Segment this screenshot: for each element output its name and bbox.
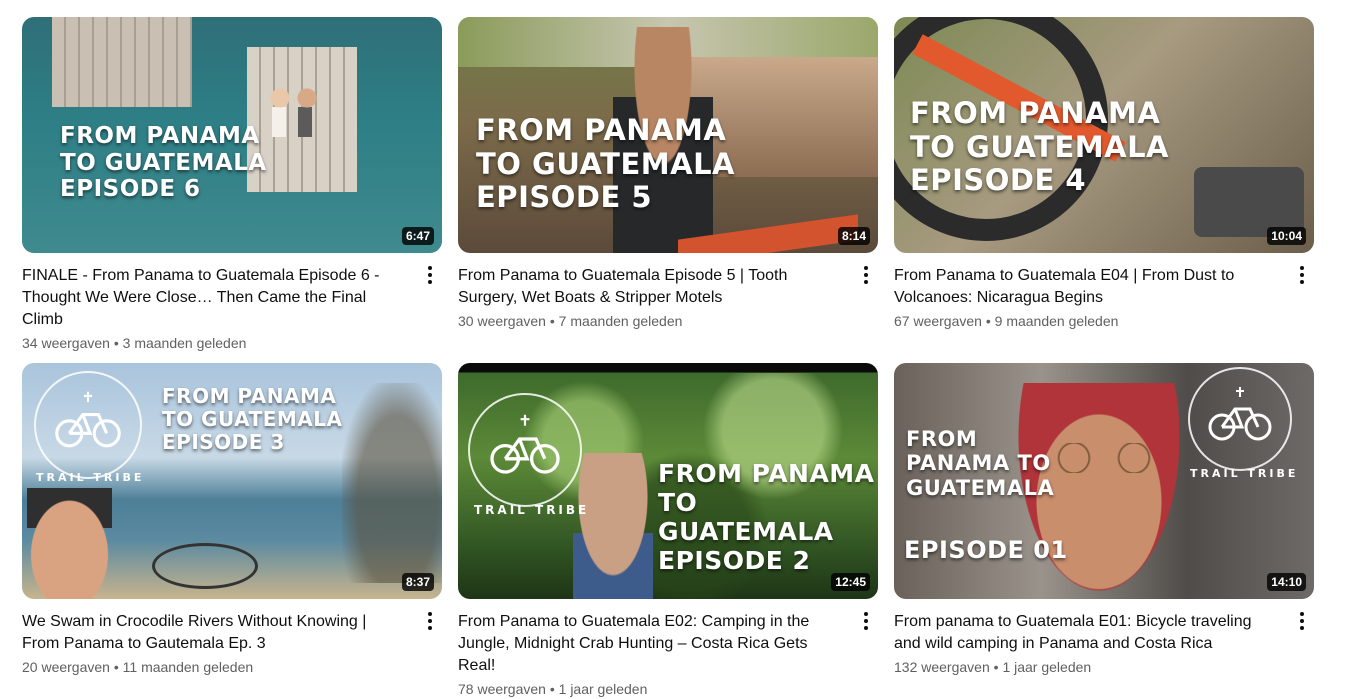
video-thumbnail[interactable]: TRAIL TRIBE FROM PANAMA TO GUATEMALA EPI… xyxy=(458,363,878,599)
duration-badge: 14:10 xyxy=(1267,573,1306,591)
video-meta: From panama to Guatemala E01: Bicycle tr… xyxy=(894,599,1314,677)
video-stats: 132 weergaven • 1 jaar geleden xyxy=(894,657,1280,677)
person-graphic xyxy=(22,488,117,599)
video-grid: FROM PANAMA TO GUATEMALA EPISODE 6 6:47 … xyxy=(0,0,1348,697)
more-actions-icon[interactable] xyxy=(854,609,878,633)
pier-graphic xyxy=(52,17,192,107)
separator-dot: • xyxy=(549,313,555,329)
duration-badge: 6:47 xyxy=(401,227,434,245)
video-thumbnail[interactable]: TRAIL TRIBE FROM PANAMA TO GUATEMALA EPI… xyxy=(894,363,1314,599)
video-title[interactable]: From Panama to Guatemala E04 | From Dust… xyxy=(894,265,1280,309)
upload-age: 1 jaar geleden xyxy=(1002,659,1092,675)
video-title[interactable]: From Panama to Guatemala Episode 5 | Too… xyxy=(458,265,844,309)
trail-tribe-logo xyxy=(34,371,142,479)
video-stats: 30 weergaven • 7 maanden geleden xyxy=(458,311,844,331)
duration-badge: 8:14 xyxy=(837,227,870,245)
view-count: 20 weergaven xyxy=(22,659,110,675)
upload-age: 11 maanden geleden xyxy=(122,659,254,675)
video-title[interactable]: From Panama to Guatemala E02: Camping in… xyxy=(458,611,844,677)
thumbnail-caption: FROM PANAMA TO GUATEMALA EPISODE 4 xyxy=(910,96,1169,198)
separator-dot: • xyxy=(985,313,991,329)
video-stats: 20 weergaven • 11 maanden geleden xyxy=(22,657,408,677)
tree-graphic xyxy=(342,383,442,583)
video-title[interactable]: FINALE - From Panama to Guatemala Episod… xyxy=(22,265,408,331)
separator-dot: • xyxy=(113,335,119,351)
view-count: 67 weergaven xyxy=(894,313,982,329)
video-stats: 34 weergaven • 3 maanden geleden xyxy=(22,333,408,353)
more-actions-icon[interactable] xyxy=(854,263,878,287)
more-actions-icon[interactable] xyxy=(1290,609,1314,633)
video-thumbnail[interactable]: FROM PANAMA TO GUATEMALA EPISODE 6 6:47 xyxy=(22,17,442,253)
trail-tribe-logo xyxy=(1188,367,1292,471)
video-meta: We Swam in Crocodile Rivers Without Know… xyxy=(22,599,442,677)
video-stats: 78 weergaven • 1 jaar geleden xyxy=(458,679,844,699)
video-title[interactable]: We Swam in Crocodile Rivers Without Know… xyxy=(22,611,408,655)
video-card: FROM PANAMA TO GUATEMALA EPISODE 4 10:04… xyxy=(894,17,1314,331)
people-graphic xyxy=(262,77,322,147)
upload-age: 7 maanden geleden xyxy=(558,313,683,329)
thumbnail-caption: FROM PANAMA TO GUATEMALA xyxy=(906,427,1055,500)
video-stats: 67 weergaven • 9 maanden geleden xyxy=(894,311,1280,331)
bicycle-icon xyxy=(1208,387,1272,441)
view-count: 78 weergaven xyxy=(458,681,546,697)
separator-dot: • xyxy=(549,681,555,697)
more-actions-icon[interactable] xyxy=(418,263,442,287)
thumbnail-caption-episode: EPISODE 01 xyxy=(904,536,1068,564)
video-card: FROM PANAMA TO GUATEMALA EPISODE 6 6:47 … xyxy=(22,17,442,353)
video-card: TRAIL TRIBE FROM PANAMA TO GUATEMALA EPI… xyxy=(458,363,878,699)
video-meta: From Panama to Guatemala Episode 5 | Too… xyxy=(458,253,878,331)
thumbnail-caption: FROM PANAMA TO GUATEMALA EPISODE 2 xyxy=(658,459,875,575)
logo-text: TRAIL TRIBE xyxy=(1190,467,1299,480)
thumbnail-caption: FROM PANAMA TO GUATEMALA EPISODE 3 xyxy=(162,384,343,455)
person-graphic xyxy=(568,453,658,599)
video-meta: From Panama to Guatemala E04 | From Dust… xyxy=(894,253,1314,331)
view-count: 132 weergaven xyxy=(894,659,990,675)
upload-age: 1 jaar geleden xyxy=(558,681,648,697)
more-actions-icon[interactable] xyxy=(418,609,442,633)
thumbnail-caption: FROM PANAMA TO GUATEMALA EPISODE 5 xyxy=(476,113,735,215)
view-count: 34 weergaven xyxy=(22,335,110,351)
bike-graphic xyxy=(152,543,258,589)
separator-dot: • xyxy=(113,659,119,675)
separator-dot: • xyxy=(993,659,999,675)
video-card: TRAIL TRIBE FROM PANAMA TO GUATEMALA EPI… xyxy=(22,363,442,677)
video-title[interactable]: From panama to Guatemala E01: Bicycle tr… xyxy=(894,611,1280,655)
duration-badge: 10:04 xyxy=(1267,227,1306,245)
view-count: 30 weergaven xyxy=(458,313,546,329)
bicycle-icon xyxy=(490,414,560,474)
glasses-graphic xyxy=(1044,443,1164,473)
logo-text: TRAIL TRIBE xyxy=(474,503,590,517)
video-thumbnail[interactable]: TRAIL TRIBE FROM PANAMA TO GUATEMALA EPI… xyxy=(22,363,442,599)
bicycle-icon xyxy=(55,391,121,448)
upload-age: 3 maanden geleden xyxy=(122,335,247,351)
trail-tribe-logo xyxy=(468,393,582,507)
video-card: TRAIL TRIBE FROM PANAMA TO GUATEMALA EPI… xyxy=(894,363,1314,677)
video-thumbnail[interactable]: FROM PANAMA TO GUATEMALA EPISODE 4 10:04 xyxy=(894,17,1314,253)
video-card: FROM PANAMA TO GUATEMALA EPISODE 5 8:14 … xyxy=(458,17,878,331)
video-meta: FINALE - From Panama to Guatemala Episod… xyxy=(22,253,442,353)
thumbnail-caption: FROM PANAMA TO GUATEMALA EPISODE 6 xyxy=(60,123,267,203)
video-thumbnail[interactable]: FROM PANAMA TO GUATEMALA EPISODE 5 8:14 xyxy=(458,17,878,253)
more-actions-icon[interactable] xyxy=(1290,263,1314,287)
duration-badge: 12:45 xyxy=(831,573,870,591)
duration-badge: 8:37 xyxy=(401,573,434,591)
upload-age: 9 maanden geleden xyxy=(994,313,1119,329)
video-meta: From Panama to Guatemala E02: Camping in… xyxy=(458,599,878,699)
logo-text: TRAIL TRIBE xyxy=(36,471,145,484)
